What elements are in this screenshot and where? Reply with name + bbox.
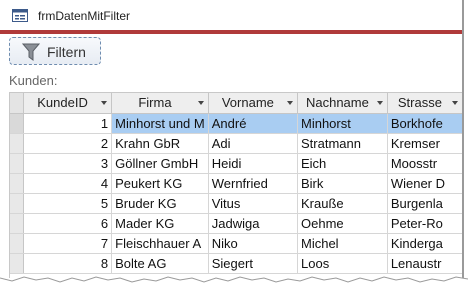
dropdown-arrow-icon[interactable]: [452, 101, 458, 105]
datasheet-grid[interactable]: KundeID Firma Vorname Nachname Strasse 1 Minh…: [9, 92, 462, 278]
cell-nachname[interactable]: Michel: [297, 233, 388, 254]
cell-vorname[interactable]: Siegert: [208, 253, 299, 274]
cell-kundeid[interactable]: 6: [23, 213, 113, 234]
cell-kundeid[interactable]: 5: [23, 193, 113, 214]
cell-kundeid[interactable]: 4: [23, 173, 113, 194]
window-title: frmDatenMitFilter: [38, 9, 131, 23]
cell-kundeid[interactable]: 8: [23, 253, 113, 274]
cell-nachname[interactable]: Oehme: [297, 213, 388, 234]
cell-kundeid[interactable]: 7: [23, 233, 113, 254]
cell-strasse[interactable]: Moosstr: [387, 153, 462, 174]
column-header-label: Strasse: [397, 95, 442, 111]
cell-nachname[interactable]: Minhorst: [297, 113, 388, 134]
column-header-label: KundeID: [37, 95, 88, 111]
form-window: frmDatenMitFilter Filtern Kunden: KundeI…: [0, 0, 464, 278]
header-row: KundeID Firma Vorname Nachname Strasse: [10, 93, 462, 114]
table-row[interactable]: 3 Göllner GmbH Heidi Eich Moosstr: [10, 153, 462, 174]
table-row[interactable]: 8 Bolte AG Siegert Loos Lenaustr: [10, 253, 462, 274]
column-header-firma[interactable]: Firma: [111, 93, 209, 114]
record-selector[interactable]: [10, 253, 25, 274]
cell-strasse[interactable]: Kinderga: [387, 233, 462, 254]
dropdown-arrow-icon[interactable]: [376, 101, 383, 105]
column-header-strasse[interactable]: Strasse: [387, 93, 462, 114]
cell-kundeid[interactable]: 3: [23, 153, 113, 174]
cell-vorname[interactable]: Heidi: [208, 153, 299, 174]
funnel-icon: [22, 43, 40, 61]
form-body: Filtern Kunden: KundeID Firma Vorname Nachn…: [0, 34, 462, 278]
cell-vorname[interactable]: Vitus: [208, 193, 299, 214]
cell-strasse[interactable]: Borkhofe: [387, 113, 462, 134]
cell-nachname[interactable]: Eich: [297, 153, 388, 174]
column-header-label: Firma: [138, 95, 172, 111]
filter-button[interactable]: Filtern: [9, 37, 101, 65]
table-row[interactable]: 6 Mader KG Jadwiga Oehme Peter-Ro: [10, 213, 462, 234]
torn-edge: [0, 276, 468, 286]
subform-label: Kunden:: [9, 73, 58, 88]
cell-nachname[interactable]: Krauße: [297, 193, 388, 214]
cell-firma[interactable]: Minhorst und M: [111, 113, 209, 134]
cell-kundeid[interactable]: 1: [23, 113, 113, 134]
dropdown-arrow-icon[interactable]: [287, 101, 293, 105]
cell-firma[interactable]: Krahn GbR: [111, 133, 209, 154]
filter-button-label: Filtern: [47, 44, 86, 60]
cell-strasse[interactable]: Wiener D: [387, 173, 462, 194]
cell-vorname[interactable]: André: [208, 113, 299, 134]
record-selector[interactable]: [10, 213, 25, 234]
record-selector[interactable]: [10, 193, 25, 214]
record-selector[interactable]: [10, 233, 25, 254]
cell-vorname[interactable]: Jadwiga: [208, 213, 299, 234]
table-row[interactable]: 5 Bruder KG Vitus Krauße Burgenla: [10, 193, 462, 214]
dropdown-arrow-icon[interactable]: [197, 101, 204, 105]
cell-firma[interactable]: Peukert KG: [111, 173, 209, 194]
cell-kundeid[interactable]: 2: [23, 133, 113, 154]
table-row[interactable]: 7 Fleischhauer A Niko Michel Kinderga: [10, 233, 462, 254]
record-selector[interactable]: [10, 113, 25, 134]
cell-nachname[interactable]: Loos: [297, 253, 388, 274]
cell-nachname[interactable]: Stratmann: [297, 133, 388, 154]
datasheet-table: KundeID Firma Vorname Nachname Strasse 1 Minh…: [10, 93, 462, 274]
cell-vorname[interactable]: Niko: [208, 233, 299, 254]
cell-firma[interactable]: Göllner GmbH: [111, 153, 209, 174]
column-header-label: Vorname: [221, 95, 274, 111]
dropdown-arrow-icon[interactable]: [101, 101, 108, 105]
cell-strasse[interactable]: Burgenla: [387, 193, 462, 214]
cell-firma[interactable]: Fleischhauer A: [111, 233, 209, 254]
cell-firma[interactable]: Bruder KG: [111, 193, 209, 214]
cell-vorname[interactable]: Adi: [208, 133, 299, 154]
table-row[interactable]: 2 Krahn GbR Adi Stratmann Kremser: [10, 133, 462, 154]
cell-vorname[interactable]: Wernfried: [208, 173, 299, 194]
title-bar[interactable]: frmDatenMitFilter: [0, 0, 462, 30]
table-row[interactable]: 4 Peukert KG Wernfried Birk Wiener D: [10, 173, 462, 194]
cell-nachname[interactable]: Birk: [297, 173, 388, 194]
cell-strasse[interactable]: Peter-Ro: [387, 213, 462, 234]
cell-strasse[interactable]: Lenaustr: [387, 253, 462, 274]
column-header-nachname[interactable]: Nachname: [297, 93, 388, 114]
record-selector[interactable]: [10, 173, 25, 194]
grid-body: 1 Minhorst und M André Minhorst Borkhofe 2 Kra…: [10, 113, 462, 274]
column-header-vorname[interactable]: Vorname: [208, 93, 299, 114]
cell-firma[interactable]: Mader KG: [111, 213, 209, 234]
cell-strasse[interactable]: Kremser: [387, 133, 462, 154]
column-header-kundeid[interactable]: KundeID: [23, 93, 113, 114]
record-selector[interactable]: [10, 153, 25, 174]
table-row[interactable]: 1 Minhorst und M André Minhorst Borkhofe: [10, 113, 462, 134]
select-all-corner[interactable]: [10, 93, 25, 114]
cell-firma[interactable]: Bolte AG: [111, 253, 209, 274]
form-icon: [12, 9, 28, 22]
column-header-label: Nachname: [305, 95, 369, 111]
record-selector[interactable]: [10, 133, 25, 154]
